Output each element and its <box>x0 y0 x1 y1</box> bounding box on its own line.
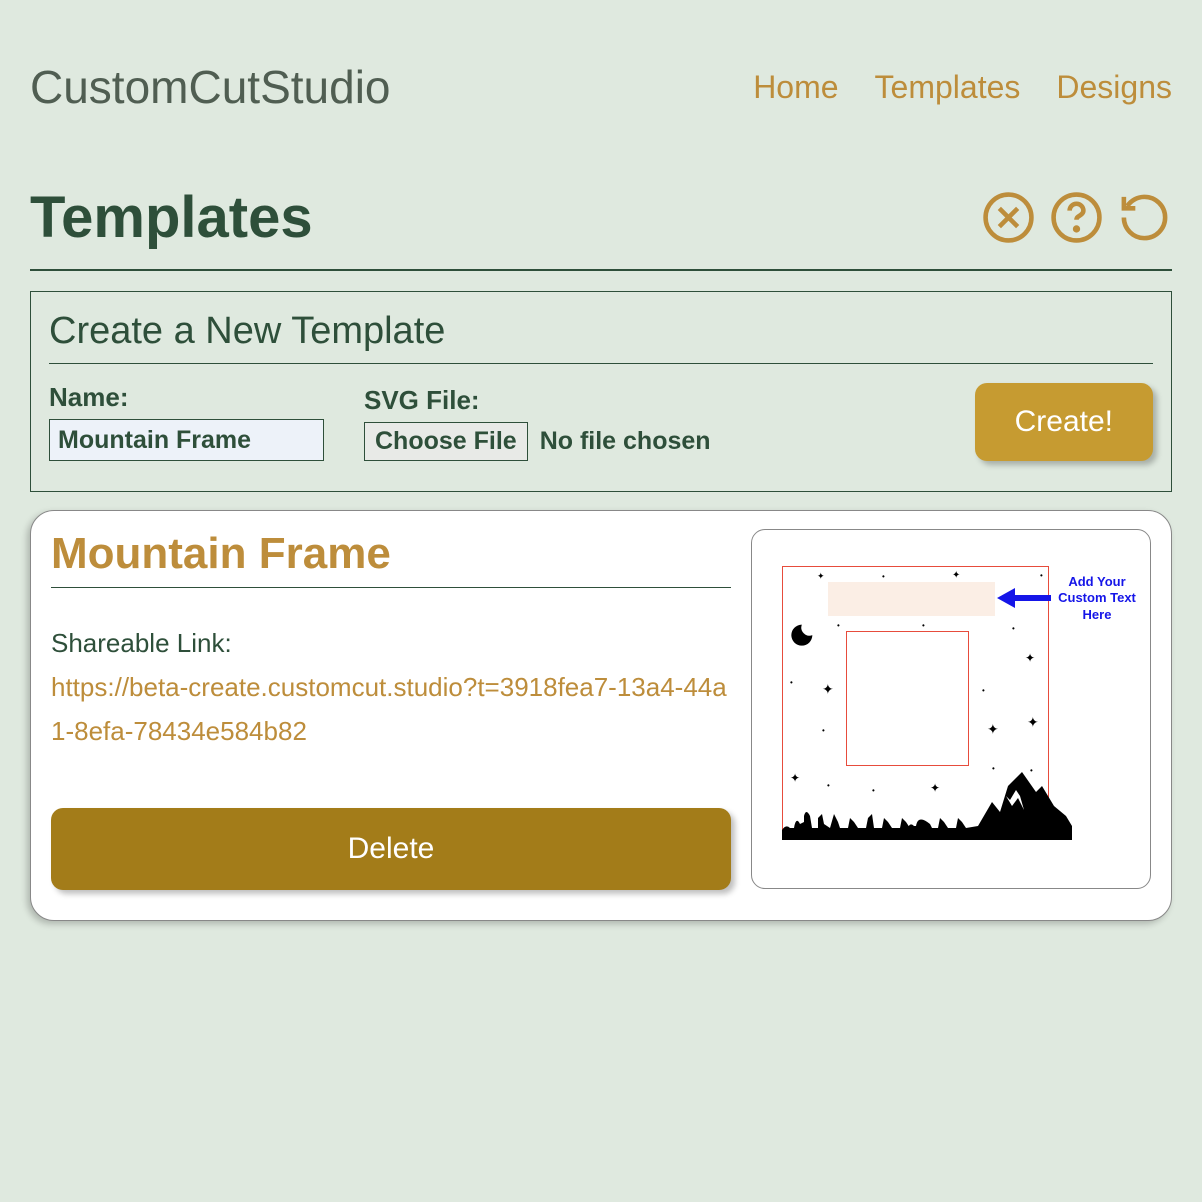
name-input[interactable] <box>49 419 324 461</box>
share-label: Shareable Link: <box>51 628 731 659</box>
star-icon: ✦ <box>987 721 999 738</box>
refresh-icon[interactable] <box>1117 190 1172 245</box>
moon-icon <box>789 620 817 648</box>
frame-inner <box>846 631 969 766</box>
create-form: Name: SVG File: Choose File No file chos… <box>49 382 1153 461</box>
nav-designs[interactable]: Designs <box>1056 69 1172 106</box>
star-icon: • <box>837 621 840 630</box>
template-preview: Add Your Custom Text Here ✦ • • • ✦ • • … <box>751 529 1151 889</box>
star-icon: • <box>922 621 925 630</box>
share-link[interactable]: https://beta-create.customcut.studio?t=3… <box>51 665 731 753</box>
card-left: Mountain Frame Shareable Link: https://b… <box>51 529 731 890</box>
create-button[interactable]: Create! <box>975 383 1153 461</box>
preview-inner: Add Your Custom Text Here ✦ • • • ✦ • • … <box>782 566 1138 888</box>
star-icon: ✦ <box>952 570 960 581</box>
star-icon: ✦ <box>822 681 834 698</box>
template-name: Mountain Frame <box>51 529 731 588</box>
main: Templates Create a New Template Name: SV… <box>0 114 1202 921</box>
name-field-group: Name: <box>49 382 324 461</box>
help-icon[interactable] <box>1049 190 1104 245</box>
page-title-row: Templates <box>30 184 1172 271</box>
app-logo: CustomCutStudio <box>30 60 391 114</box>
star-icon: • <box>882 572 885 581</box>
star-icon: • <box>982 686 985 695</box>
create-panel: Create a New Template Name: SVG File: Ch… <box>30 291 1172 492</box>
arrow-icon <box>997 588 1051 608</box>
action-icons <box>981 190 1172 245</box>
star-icon: ✦ <box>1027 714 1039 731</box>
star-icon: ✦ <box>1025 651 1035 665</box>
star-icon: • <box>1012 624 1015 633</box>
mountain-silhouette-icon <box>782 766 1072 840</box>
file-row: Choose File No file chosen <box>364 422 935 461</box>
nav-templates[interactable]: Templates <box>875 69 1021 106</box>
star-icon: • <box>790 678 793 687</box>
choose-file-button[interactable]: Choose File <box>364 422 528 461</box>
header: CustomCutStudio Home Templates Designs <box>0 0 1202 114</box>
nav-home[interactable]: Home <box>753 69 838 106</box>
star-icon: • <box>822 726 825 735</box>
page-title: Templates <box>30 184 313 251</box>
callout-text: Add Your Custom Text Here <box>1052 574 1142 623</box>
star-icon: ✦ <box>817 571 825 582</box>
template-card: Mountain Frame Shareable Link: https://b… <box>30 510 1172 921</box>
close-icon[interactable] <box>981 190 1036 245</box>
file-label: SVG File: <box>364 385 935 416</box>
custom-text-placeholder <box>828 582 995 616</box>
name-label: Name: <box>49 382 324 413</box>
file-field-group: SVG File: Choose File No file chosen <box>364 385 935 461</box>
file-status: No file chosen <box>540 427 711 456</box>
star-icon: • <box>1040 571 1043 580</box>
nav: Home Templates Designs <box>753 69 1172 106</box>
delete-button[interactable]: Delete <box>51 808 731 890</box>
create-panel-title: Create a New Template <box>49 310 1153 364</box>
